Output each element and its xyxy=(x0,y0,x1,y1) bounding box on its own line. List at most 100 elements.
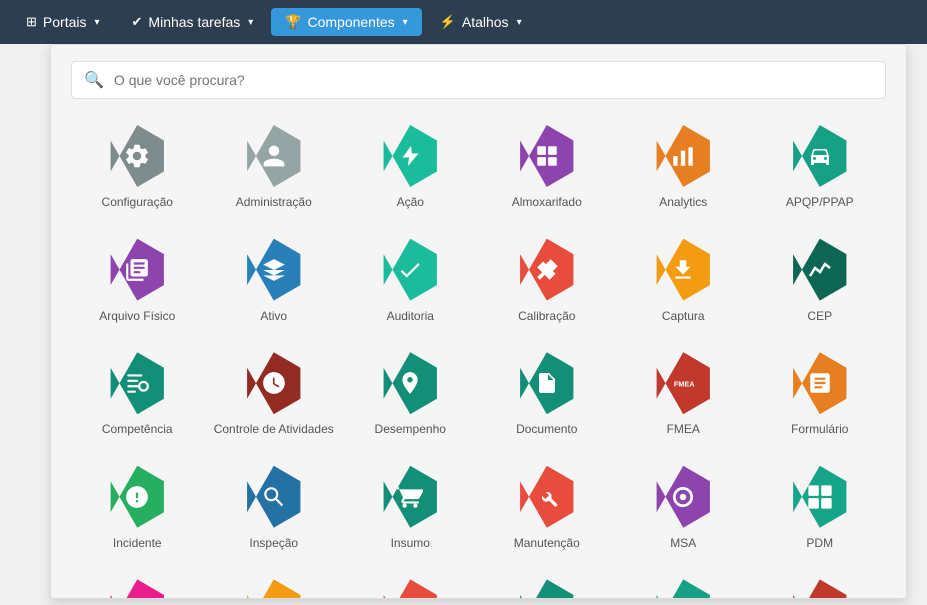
nav-item-minhas-tarefas[interactable]: ✔ Minhas tarefas ▾ xyxy=(118,8,268,36)
icon-item-inspecao[interactable]: Inspeção xyxy=(208,456,341,562)
search-input[interactable] xyxy=(114,72,873,88)
icon-item-partial4[interactable] xyxy=(481,569,614,599)
icon-item-documento[interactable]: Documento xyxy=(481,342,614,448)
icon-label-configuracao: Configuração xyxy=(102,195,173,211)
icon-label-msa: MSA xyxy=(670,536,696,552)
icon-item-acao[interactable]: Ação xyxy=(344,115,477,221)
icon-item-calibracao[interactable]: Calibração xyxy=(481,229,614,335)
icon-label-arquivo-fisico: Arquivo Físico xyxy=(99,309,175,325)
icons-grid: Configuração Administração Ação Almoxarifad… xyxy=(71,115,886,599)
icon-item-incidente[interactable]: Incidente xyxy=(71,456,204,562)
icon-label-inspecao: Inspeção xyxy=(249,536,298,552)
icon-label-pdm: PDM xyxy=(806,536,833,552)
hex-icon-partial3 xyxy=(379,579,441,599)
nav-label-minhas-tarefas: Minhas tarefas xyxy=(148,14,240,30)
icon-item-partial2[interactable] xyxy=(208,569,341,599)
icon-item-captura[interactable]: Captura xyxy=(617,229,750,335)
nav-icon-componentes: 🏆 xyxy=(285,14,301,30)
svg-text:FMEA: FMEA xyxy=(674,380,695,389)
hex-icon-arquivo-fisico xyxy=(106,239,168,301)
search-icon: 🔍 xyxy=(84,70,104,90)
icon-label-documento: Documento xyxy=(516,422,577,438)
hex-icon-fmea: FMEA xyxy=(652,352,714,414)
icon-item-competencia[interactable]: Competência xyxy=(71,342,204,448)
icon-item-insumo[interactable]: Insumo xyxy=(344,456,477,562)
hex-icon-partial4 xyxy=(516,579,578,599)
icon-item-formulario[interactable]: Formulário xyxy=(754,342,887,448)
icon-label-almoxarifado: Almoxarifado xyxy=(512,195,582,211)
icon-label-manutencao: Manutenção xyxy=(514,536,580,552)
icon-label-acao: Ação xyxy=(397,195,424,211)
icon-label-administracao: Administração xyxy=(236,195,312,211)
hex-icon-pdm xyxy=(789,466,851,528)
icon-item-desempenho[interactable]: Desempenho xyxy=(344,342,477,448)
components-dropdown: 🔍 Configuração Administração Ação Almoxarif… xyxy=(50,44,907,599)
icon-item-auditoria[interactable]: Auditoria xyxy=(344,229,477,335)
icon-label-competencia: Competência xyxy=(102,422,173,438)
hex-icon-configuracao xyxy=(106,125,168,187)
nav-label-atalhos: Atalhos xyxy=(462,14,509,30)
icon-label-incidente: Incidente xyxy=(113,536,162,552)
hex-icon-calibracao xyxy=(516,239,578,301)
icon-item-arquivo-fisico[interactable]: Arquivo Físico xyxy=(71,229,204,335)
nav-caret-portais: ▾ xyxy=(94,17,99,28)
nav-icon-atalhos: ⚡ xyxy=(440,14,456,30)
icon-item-controle-atividades[interactable]: Controle de Atividades xyxy=(208,342,341,448)
nav-item-componentes[interactable]: 🏆 Componentes ▾ xyxy=(271,8,421,36)
icon-label-fmea: FMEA xyxy=(667,422,700,438)
hex-icon-auditoria xyxy=(379,239,441,301)
icon-item-pdm[interactable]: PDM xyxy=(754,456,887,562)
icon-label-controle-atividades: Controle de Atividades xyxy=(214,422,334,438)
hex-icon-administracao xyxy=(243,125,305,187)
icon-label-insumo: Insumo xyxy=(391,536,430,552)
icon-label-analytics: Analytics xyxy=(659,195,707,211)
hex-icon-documento xyxy=(516,352,578,414)
hex-icon-desempenho xyxy=(379,352,441,414)
icon-item-analytics[interactable]: Analytics xyxy=(617,115,750,221)
nav-label-componentes: Componentes xyxy=(307,14,394,30)
hex-icon-incidente xyxy=(106,466,168,528)
hex-icon-partial1 xyxy=(106,579,168,599)
hex-icon-apqp xyxy=(789,125,851,187)
icon-label-cep: CEP xyxy=(807,309,832,325)
nav-label-portais: Portais xyxy=(43,14,87,30)
hex-icon-partial2 xyxy=(243,579,305,599)
hex-icon-controle-atividades xyxy=(243,352,305,414)
icon-label-auditoria: Auditoria xyxy=(387,309,434,325)
icon-label-calibracao: Calibração xyxy=(518,309,575,325)
icon-label-desempenho: Desempenho xyxy=(375,422,446,438)
hex-icon-partial6 xyxy=(789,579,851,599)
icon-item-ativo[interactable]: Ativo xyxy=(208,229,341,335)
icon-item-configuracao[interactable]: Configuração xyxy=(71,115,204,221)
nav-caret-minhas-tarefas: ▾ xyxy=(248,17,253,28)
icon-item-almoxarifado[interactable]: Almoxarifado xyxy=(481,115,614,221)
hex-icon-cep xyxy=(789,239,851,301)
hex-icon-formulario xyxy=(789,352,851,414)
icon-label-ativo: Ativo xyxy=(260,309,287,325)
icon-item-manutencao[interactable]: Manutenção xyxy=(481,456,614,562)
hex-icon-msa xyxy=(652,466,714,528)
icon-item-apqp[interactable]: APQP/PPAP xyxy=(754,115,887,221)
hex-icon-acao xyxy=(379,125,441,187)
icon-item-partial6[interactable] xyxy=(754,569,887,599)
hex-icon-manutencao xyxy=(516,466,578,528)
nav-icon-minhas-tarefas: ✔ xyxy=(132,14,143,30)
search-bar: 🔍 xyxy=(71,61,886,99)
hex-icon-almoxarifado xyxy=(516,125,578,187)
icon-item-fmea[interactable]: FMEA FMEA xyxy=(617,342,750,448)
hex-icon-partial5 xyxy=(652,579,714,599)
icon-item-partial1[interactable] xyxy=(71,569,204,599)
nav-caret-atalhos: ▾ xyxy=(517,17,522,28)
icon-item-msa[interactable]: MSA xyxy=(617,456,750,562)
nav-item-atalhos[interactable]: ⚡ Atalhos ▾ xyxy=(426,8,536,36)
icon-label-apqp: APQP/PPAP xyxy=(786,195,854,211)
nav-item-portais[interactable]: ⊞ Portais ▾ xyxy=(12,8,114,36)
icon-item-partial5[interactable] xyxy=(617,569,750,599)
nav-icon-portais: ⊞ xyxy=(26,14,37,30)
hex-icon-insumo xyxy=(379,466,441,528)
icon-item-partial3[interactable] xyxy=(344,569,477,599)
icon-label-formulario: Formulário xyxy=(791,422,848,438)
icon-item-administracao[interactable]: Administração xyxy=(208,115,341,221)
hex-icon-analytics xyxy=(652,125,714,187)
icon-item-cep[interactable]: CEP xyxy=(754,229,887,335)
